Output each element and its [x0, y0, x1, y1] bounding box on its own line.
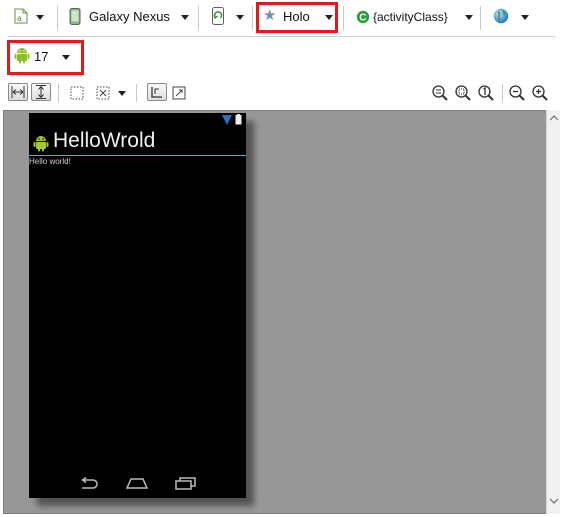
zoom-in-icon	[532, 85, 548, 101]
show-margins-button[interactable]	[68, 84, 86, 102]
layout-options-button[interactable]	[94, 84, 112, 102]
toolbar-divider	[136, 84, 137, 102]
toolbar-divider	[343, 6, 344, 30]
activity-name: {activityClass}	[373, 10, 448, 24]
device-preview: HelloWrold Hello world!	[29, 113, 246, 498]
globe-icon	[493, 8, 509, 24]
refresh-preview-button[interactable]	[170, 84, 188, 102]
app-title: HelloWrold	[53, 129, 156, 152]
phone-device-icon	[69, 8, 81, 25]
dotted-box-icon	[70, 86, 84, 100]
chevron-down-icon	[236, 15, 244, 20]
action-bar-divider	[29, 155, 246, 156]
svg-text:a: a	[17, 14, 22, 23]
fill-width-button[interactable]	[8, 83, 28, 101]
svg-text:C: C	[359, 13, 366, 24]
android-robot-icon	[33, 136, 49, 152]
hello-world-text: Hello world!	[29, 157, 71, 166]
toolbar-divider	[198, 6, 199, 30]
battery-icon	[235, 114, 242, 125]
expand-box-icon	[96, 86, 110, 100]
refresh-layout-icon	[172, 86, 186, 100]
chevron-down-icon	[181, 15, 189, 20]
zoom-to-fit-button[interactable]	[431, 84, 449, 102]
locale-selector[interactable]	[490, 5, 532, 29]
toolbar-divider	[57, 6, 58, 30]
toggle-layout-button[interactable]	[147, 83, 167, 101]
layout-file-menu[interactable]: a	[10, 5, 46, 29]
horizontal-arrows-icon	[11, 86, 25, 98]
rotate-icon	[212, 7, 224, 25]
zoom-out-button[interactable]	[508, 84, 526, 102]
chevron-down-icon	[325, 15, 333, 20]
toolbar-divider	[502, 84, 503, 102]
zoom-out-icon	[509, 85, 525, 101]
orientation-selector[interactable]	[207, 5, 247, 29]
chevron-down-icon	[465, 15, 473, 20]
back-icon	[81, 477, 98, 489]
layout-canvas[interactable]: HelloWrold Hello world!	[3, 110, 558, 514]
api-level-selector[interactable]: 17	[13, 46, 79, 68]
chevron-down-icon	[62, 55, 70, 60]
home-icon	[126, 478, 148, 489]
recent-apps-icon	[175, 477, 196, 490]
corner-layout-icon	[151, 87, 162, 98]
theme-name: Holo	[283, 9, 310, 24]
canvas-vertical-scrollbar[interactable]	[546, 110, 560, 514]
chevron-down-icon[interactable]	[118, 91, 126, 96]
vertical-arrows-icon	[36, 85, 46, 99]
zoom-real-size-button[interactable]	[454, 84, 472, 102]
wifi-signal-icon	[222, 115, 232, 125]
device-selector[interactable]: Galaxy Nexus	[66, 5, 194, 29]
zoom-in-button[interactable]	[531, 84, 549, 102]
toolbar-divider	[480, 6, 481, 30]
toolbar-divider	[58, 84, 59, 102]
toolbar-divider	[252, 6, 253, 30]
zoom-one-icon	[478, 85, 494, 101]
android-robot-icon	[14, 48, 30, 64]
scroll-up-icon	[550, 115, 558, 121]
window-edge	[560, 110, 576, 514]
device-name: Galaxy Nexus	[89, 9, 170, 24]
zoom-100-button[interactable]	[477, 84, 495, 102]
theme-selector[interactable]: ★ Holo	[261, 6, 335, 28]
chevron-down-icon	[36, 15, 44, 20]
zoom-fit-icon	[432, 85, 448, 101]
fill-height-button[interactable]	[31, 83, 51, 101]
api-level-value: 17	[34, 49, 49, 64]
layout-file-icon: a	[14, 8, 28, 24]
activity-selector[interactable]: C {activityClass}	[352, 5, 476, 29]
scroll-down-icon	[550, 498, 558, 504]
star-icon: ★	[263, 6, 277, 24]
toolbar-underline	[8, 36, 556, 37]
class-c-icon: C	[356, 10, 370, 24]
zoom-real-icon	[455, 85, 471, 101]
chevron-down-icon	[521, 15, 529, 20]
